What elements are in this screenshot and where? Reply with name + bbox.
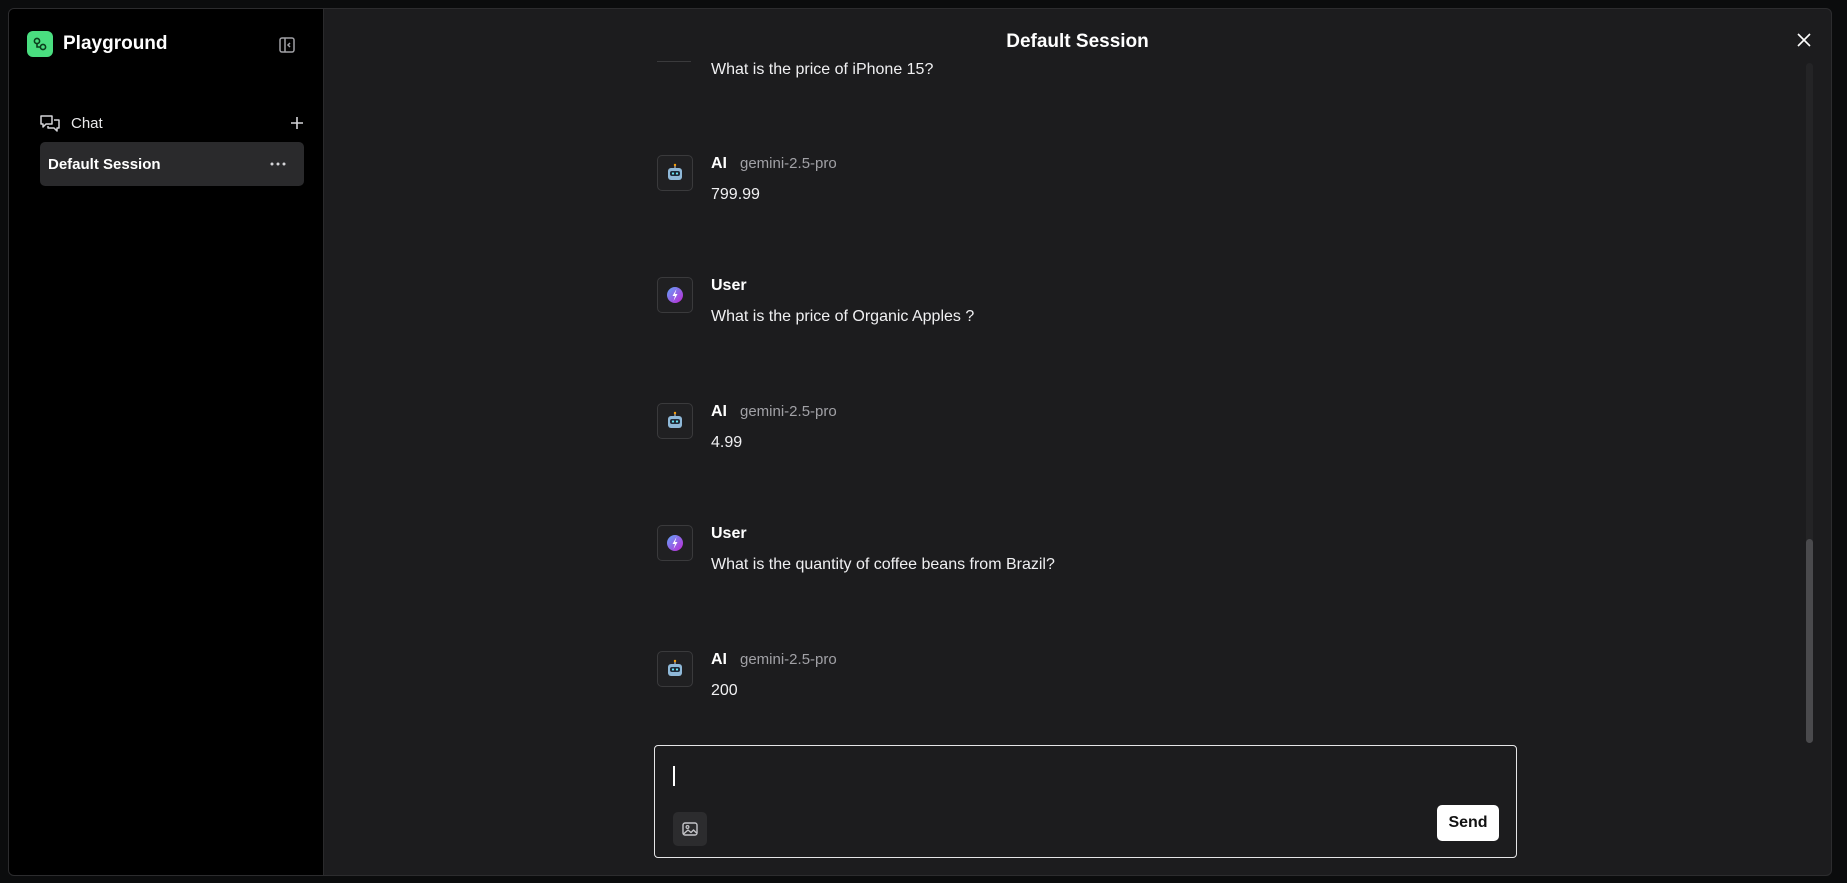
message-role: AI [711,155,727,172]
message-meta: AI gemini-2.5-pro [711,651,837,669]
message-model: gemini-2.5-pro [740,651,837,668]
user-icon [657,277,693,313]
plus-icon [291,117,303,129]
playground-modal: Playground Chat Default Session Default … [8,8,1832,876]
message-text: What is the price of Organic Apples ? [711,308,975,325]
message-text: What is the price of iPhone 15? [711,61,934,78]
close-button[interactable] [1791,27,1817,53]
sidebar-item-chat-label: Chat [71,114,103,132]
message-text: What is the quantity of coffee beans fro… [711,556,1055,573]
chat-panel: Default Session What is the price of iPh… [324,9,1831,875]
text-caret [673,766,675,786]
message-meta: User [711,525,747,543]
collapse-sidebar-button[interactable] [275,33,299,57]
user-avatar [657,51,691,62]
message-model: gemini-2.5-pro [740,403,837,420]
more-horizontal-icon [270,162,286,166]
image-icon [682,822,698,836]
robot-icon [657,651,693,687]
page-title: Default Session [1006,31,1149,52]
message-role: AI [711,651,727,668]
message-meta: AI gemini-2.5-pro [711,155,837,173]
session-options-button[interactable] [266,152,290,176]
scrollbar-thumb[interactable] [1806,539,1813,743]
message-model: gemini-2.5-pro [740,155,837,172]
message-role: AI [711,403,727,420]
sidebar-collapse-icon [279,37,295,53]
messages-scrollbar[interactable] [1806,63,1813,743]
message-text: 200 [711,682,738,699]
message-text: 799.99 [711,186,760,203]
brand: Playground [27,31,168,57]
new-chat-button[interactable] [285,111,309,135]
playground-logo-icon [27,31,53,57]
message-meta: AI gemini-2.5-pro [711,403,837,421]
message-composer: Send [654,745,1517,858]
close-icon [1797,33,1811,47]
message-role: User [711,277,747,294]
send-button[interactable]: Send [1437,805,1499,841]
session-item-label: Default Session [48,155,161,173]
sidebar-item-chat[interactable]: Chat [39,109,309,137]
message-text: 4.99 [711,434,743,451]
message-role: User [711,525,747,542]
sidebar: Playground Chat Default Session [9,9,324,875]
user-icon [657,525,693,561]
chat-bubbles-icon [40,115,60,132]
message-meta: User [711,277,747,295]
message-input[interactable] [671,764,1495,790]
robot-icon [657,403,693,439]
app-name: Playground [63,33,168,54]
session-item-default[interactable]: Default Session [40,142,304,186]
attach-image-button[interactable] [673,812,707,846]
robot-icon [657,155,693,191]
